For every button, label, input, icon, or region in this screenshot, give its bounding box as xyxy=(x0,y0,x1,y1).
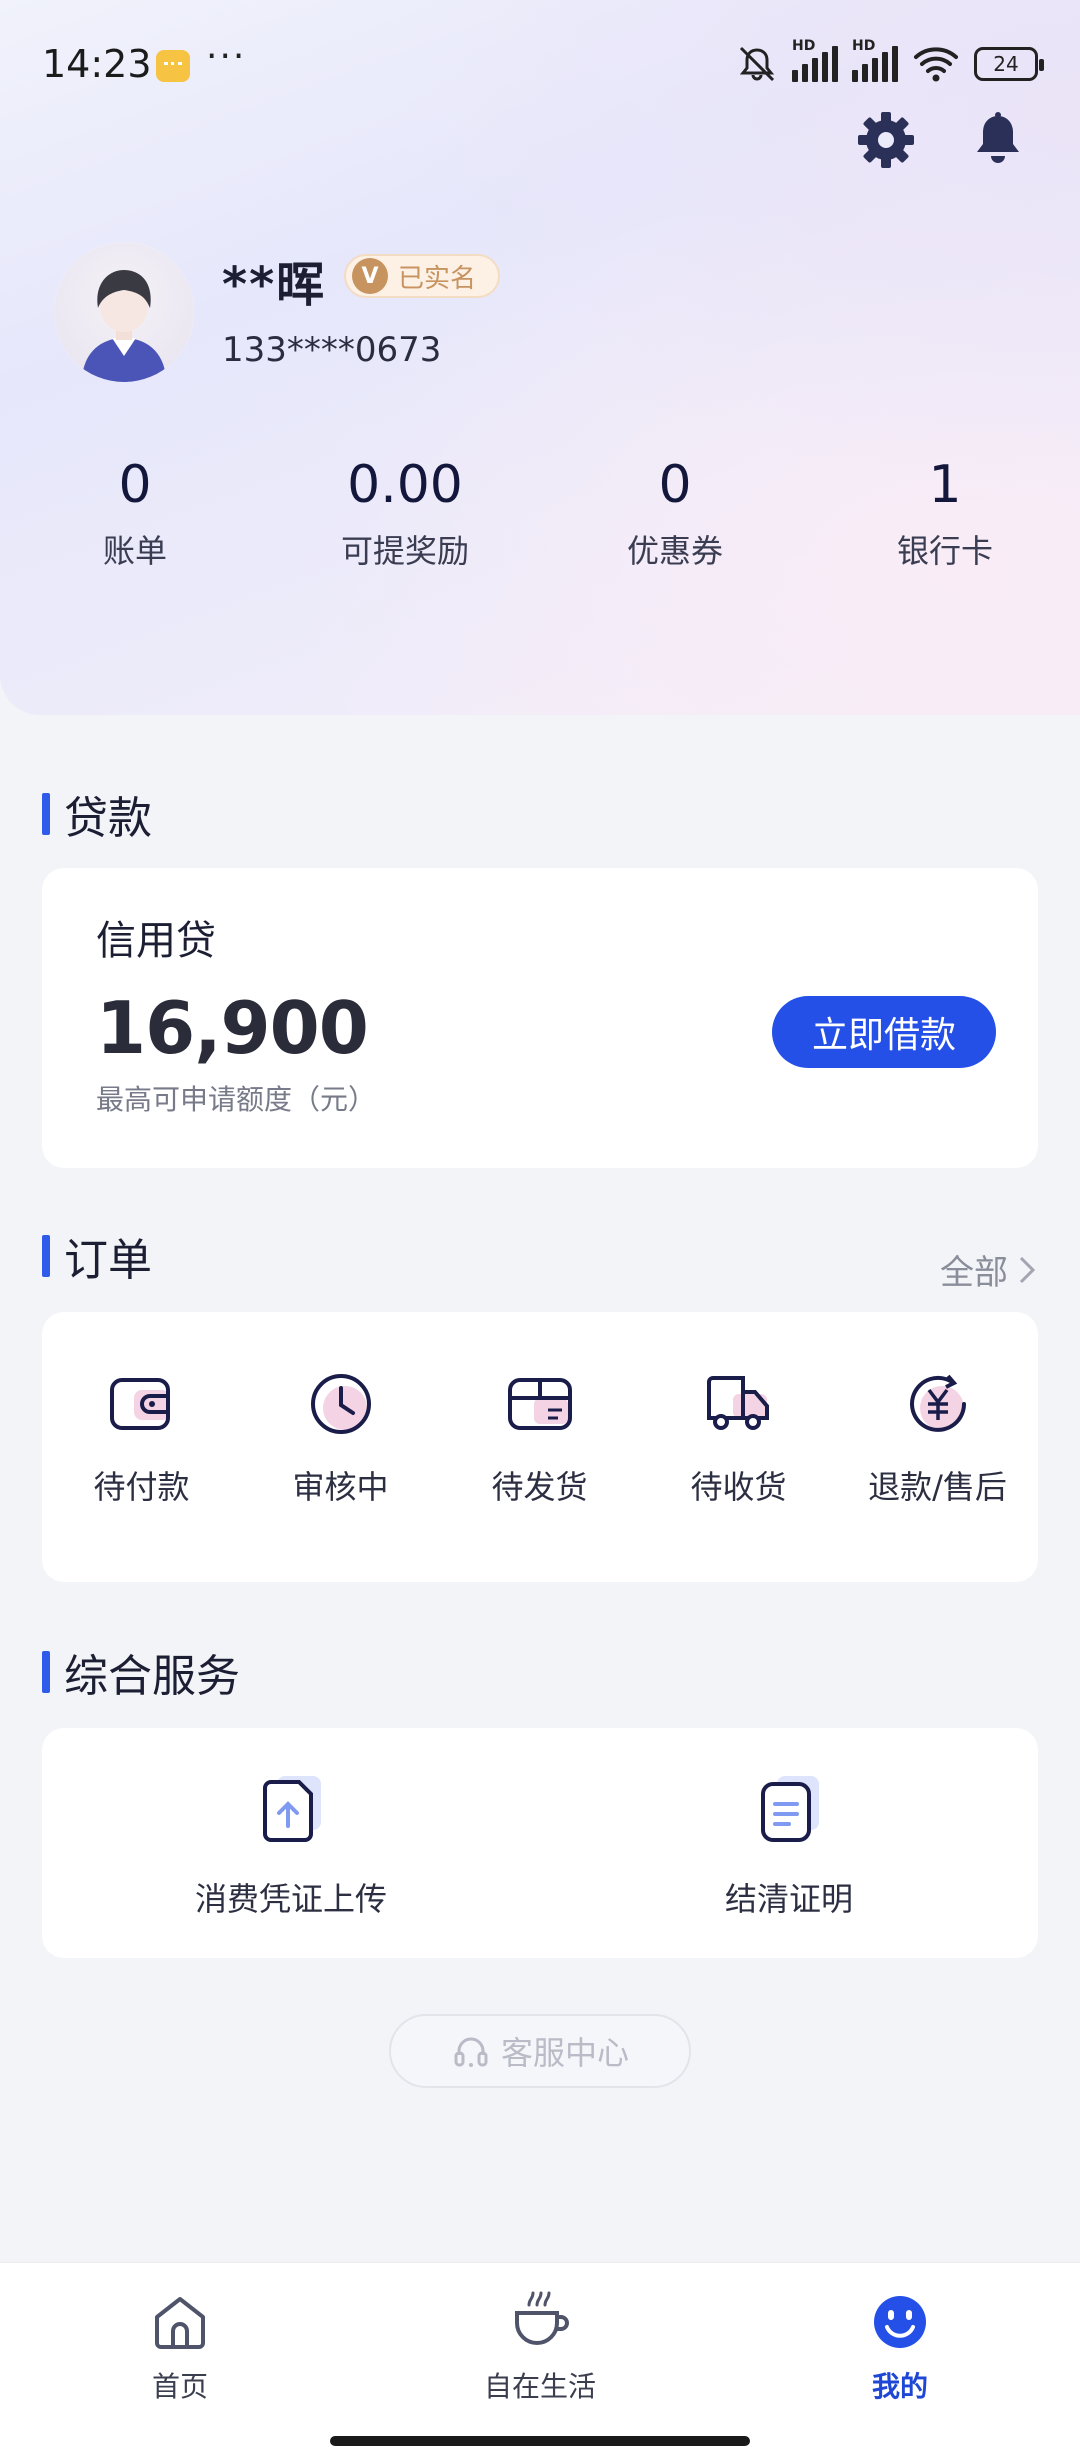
tab-label: 我的 xyxy=(871,2370,928,2403)
loan-product-name: 信用贷 xyxy=(96,918,216,964)
message-notification-icon xyxy=(156,50,190,82)
order-label: 退款/售后 xyxy=(868,1468,1007,1506)
stat-value: 1 xyxy=(928,455,962,515)
wifi-icon xyxy=(914,47,958,82)
stat-label: 优惠券 xyxy=(626,532,723,570)
stat-value: 0.00 xyxy=(347,455,463,515)
notification-bell-icon[interactable] xyxy=(968,110,1028,170)
stat-bank-cards[interactable]: 1 银行卡 xyxy=(810,450,1080,572)
loan-section-title: 贷款 xyxy=(42,782,152,846)
stat-label: 账单 xyxy=(102,532,167,570)
order-label: 待付款 xyxy=(93,1468,190,1506)
verified-badge[interactable]: V 已实名 xyxy=(344,254,501,298)
package-icon xyxy=(507,1378,572,1430)
orders-card: 待付款 审核中 待发货 待收货 退款/售后 xyxy=(42,1312,1038,1582)
chevron-right-icon xyxy=(1019,1256,1036,1283)
home-indicator[interactable] xyxy=(330,2436,750,2446)
order-item-refund[interactable]: 退款/售后 xyxy=(838,1312,1037,1582)
customer-service-button[interactable]: 客服中心 xyxy=(389,2014,691,2088)
truck-icon xyxy=(706,1376,769,1430)
mute-icon xyxy=(739,46,775,82)
header-actions xyxy=(856,110,1028,170)
headset-icon xyxy=(454,2037,488,2067)
status-icons: HD HD 24 xyxy=(736,38,1044,84)
services-section-title: 综合服务 xyxy=(42,1640,240,1704)
tab-label: 首页 xyxy=(151,2370,208,2403)
view-all-label: 全部 xyxy=(940,1253,1008,1293)
loan-amount-caption: 最高可申请额度（元） xyxy=(96,1083,377,1116)
wallet-icon xyxy=(109,1378,170,1430)
upload-document-icon xyxy=(263,1776,321,1842)
coffee-cup-icon xyxy=(515,2291,569,2345)
stat-coupons[interactable]: 0 优惠券 xyxy=(540,450,810,572)
tab-mine[interactable]: 我的 xyxy=(720,2263,1080,2460)
stat-label: 银行卡 xyxy=(896,532,993,570)
user-name: **晖 xyxy=(222,257,327,313)
services-card: 消费凭证上传 结清证明 xyxy=(42,1728,1038,1958)
stat-value: 0 xyxy=(658,455,692,515)
section-accent-bar xyxy=(42,1651,50,1693)
clock-icon xyxy=(310,1374,371,1434)
avatar[interactable] xyxy=(54,242,194,382)
section-title-text: 综合服务 xyxy=(64,1651,240,1702)
account-stats: 0 账单 0.00 可提奖励 0 优惠券 1 银行卡 xyxy=(0,450,1080,572)
service-item-settlement-certificate[interactable]: 结清证明 xyxy=(540,1728,1038,1958)
battery-icon: 24 xyxy=(974,47,1044,81)
order-label: 审核中 xyxy=(292,1468,389,1506)
section-title-text: 贷款 xyxy=(64,793,152,844)
credit-loan-card[interactable]: 信用贷 16,900 最高可申请额度（元） 立即借款 xyxy=(42,868,1038,1168)
status-time: 14:23 xyxy=(42,42,152,86)
certificate-document-icon xyxy=(761,1776,819,1842)
stat-value: 0 xyxy=(118,455,152,515)
order-item-to-ship[interactable]: 待发货 xyxy=(440,1312,639,1582)
verified-label: 已实名 xyxy=(398,263,477,294)
order-item-to-receive[interactable]: 待收货 xyxy=(639,1312,838,1582)
service-label: 消费凭证上传 xyxy=(194,1880,387,1918)
more-notifications-icon: ··· xyxy=(206,36,247,77)
section-accent-bar xyxy=(42,793,50,835)
order-item-pending-payment[interactable]: 待付款 xyxy=(42,1312,241,1582)
order-label: 待发货 xyxy=(491,1468,588,1506)
refund-icon xyxy=(909,1374,966,1432)
order-item-under-review[interactable]: 审核中 xyxy=(241,1312,440,1582)
orders-section-title: 订单 xyxy=(42,1224,152,1288)
service-item-voucher-upload[interactable]: 消费凭证上传 xyxy=(42,1728,540,1958)
order-label: 待收货 xyxy=(690,1468,787,1506)
service-label: 结清证明 xyxy=(724,1880,853,1918)
v-badge-icon: V xyxy=(352,258,388,294)
phone-number: 133****0673 xyxy=(222,330,442,370)
customer-service-label: 客服中心 xyxy=(500,2034,629,2072)
section-accent-bar xyxy=(42,1235,50,1277)
tab-home[interactable]: 首页 xyxy=(0,2263,360,2460)
bottom-tab-bar: 首页 自在生活 我的 xyxy=(0,2262,1080,2460)
loan-amount: 16,900 xyxy=(96,986,369,1070)
tab-label: 自在生活 xyxy=(483,2370,596,2403)
borrow-now-button[interactable]: 立即借款 xyxy=(772,996,996,1068)
stat-label: 可提奖励 xyxy=(340,532,469,570)
section-title-text: 订单 xyxy=(64,1235,152,1286)
home-icon xyxy=(155,2297,205,2349)
signal-1-icon: HD xyxy=(792,38,838,82)
tab-life[interactable]: 自在生活 xyxy=(360,2263,720,2460)
stat-bills[interactable]: 0 账单 xyxy=(0,450,270,572)
avatar-illustration-icon xyxy=(82,270,166,382)
smiley-icon xyxy=(874,2296,926,2348)
settings-gear-icon[interactable] xyxy=(856,110,916,170)
signal-2-icon: HD xyxy=(852,38,898,82)
view-all-orders-link[interactable]: 全部 xyxy=(940,1245,1038,1294)
stat-rewards[interactable]: 0.00 可提奖励 xyxy=(270,450,540,572)
